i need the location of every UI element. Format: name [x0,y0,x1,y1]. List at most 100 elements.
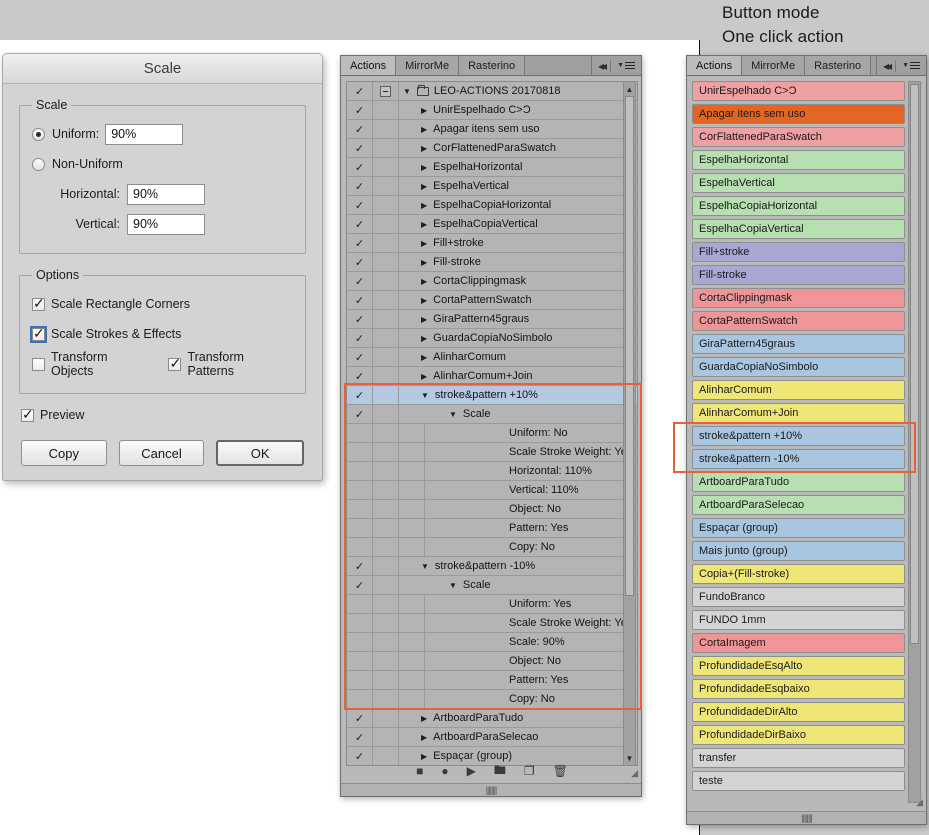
row-dialog-toggle[interactable] [373,196,399,214]
row-dialog-toggle[interactable] [373,367,399,385]
cancel-button[interactable]: Cancel [118,440,205,466]
row-dialog-toggle[interactable] [373,671,399,689]
row-enabled-checkmark[interactable] [347,652,373,670]
row-enabled-checkmark[interactable]: ✓ [347,728,373,746]
actions-row[interactable]: Copy: No [347,538,637,557]
action-button[interactable]: ProfundidadeDirBaixo [692,725,905,745]
action-button[interactable]: UnirEspelhado C>Ɔ [692,81,905,101]
row-enabled-checkmark[interactable] [347,519,373,537]
triangle-right-icon[interactable]: ▶ [421,106,427,115]
triangle-right-icon[interactable]: ▶ [421,296,427,305]
actions-row[interactable]: ✓ ▶ AlinharComum+Join [347,367,637,386]
actions-row[interactable]: Object: No [347,652,637,671]
horizontal-input[interactable] [127,183,205,205]
actions-list-scrollbar[interactable]: ▲ ▼ [623,81,636,766]
row-dialog-toggle[interactable] [373,329,399,347]
row-enabled-checkmark[interactable]: ✓ [347,120,373,138]
action-button[interactable]: CortaImagem [692,633,905,653]
triangle-right-icon[interactable]: ▶ [421,201,427,210]
row-enabled-checkmark[interactable]: ✓ [347,215,373,233]
actions-row[interactable]: ✓ ▶ Fill-stroke [347,253,637,272]
action-button[interactable]: CortaClippingmask [692,288,905,308]
scroll-up-arrow[interactable]: ▲ [625,83,634,95]
actions-scroll-thumb[interactable] [625,96,634,596]
row-dialog-toggle[interactable] [373,291,399,309]
action-button[interactable]: ProfundidadeDirAlto [692,702,905,722]
delete-icon[interactable]: 🗑 [553,764,568,778]
row-enabled-checkmark[interactable] [347,614,373,632]
row-enabled-checkmark[interactable]: ✓ [347,348,373,366]
actions-row[interactable]: ✓ ▶ UnirEspelhado C>Ɔ [347,101,637,120]
triangle-right-icon[interactable]: ▶ [421,714,427,723]
action-button[interactable]: teste [692,771,905,791]
action-button[interactable]: EspelhaVertical [692,173,905,193]
row-dialog-toggle[interactable] [373,595,399,613]
button-collapse-panel-icon[interactable]: ◂◂ [883,59,892,73]
row-dialog-toggle[interactable] [373,690,399,708]
action-button[interactable]: Copia+(Fill-stroke) [692,564,905,584]
transform-patterns-checkbox[interactable] [168,355,182,371]
row-dialog-toggle[interactable] [373,481,399,499]
panel-resize-grip[interactable]: ◢ [631,768,638,779]
triangle-right-icon[interactable]: ▶ [421,277,427,286]
actions-row[interactable]: ✓ ▼ LEO-ACTIONS 20170818 [347,82,637,101]
row-enabled-checkmark[interactable] [347,690,373,708]
row-dialog-toggle[interactable] [373,709,399,727]
actions-row[interactable]: ✓ ▶ CortaPatternSwatch [347,291,637,310]
actions-row[interactable]: ✓ ▶ EspelhaCopiaHorizontal [347,196,637,215]
row-enabled-checkmark[interactable]: ✓ [347,139,373,157]
row-enabled-checkmark[interactable]: ✓ [347,310,373,328]
row-dialog-toggle[interactable] [373,234,399,252]
row-dialog-toggle[interactable] [373,728,399,746]
action-button[interactable]: AlinharComum [692,380,905,400]
action-button[interactable]: Espaçar (group) [692,518,905,538]
triangle-down-icon[interactable]: ▼ [403,87,411,96]
action-button[interactable]: FundoBranco [692,587,905,607]
collapse-minus-icon[interactable] [380,85,391,97]
actions-panel-grip-bar[interactable]: |||||||| [341,783,641,796]
ok-button[interactable]: OK [216,440,305,466]
action-button[interactable]: FUNDO 1mm [692,610,905,630]
row-dialog-toggle[interactable] [373,424,399,442]
record-icon[interactable]: ● [441,764,448,778]
row-dialog-toggle[interactable] [373,310,399,328]
row-dialog-toggle[interactable] [373,652,399,670]
action-button[interactable]: Fill-stroke [692,265,905,285]
row-dialog-toggle[interactable] [373,272,399,290]
vertical-input[interactable] [127,213,205,235]
actions-row[interactable]: Uniform: No [347,424,637,443]
action-button[interactable]: ArtboardParaSelecao [692,495,905,515]
row-enabled-checkmark[interactable] [347,595,373,613]
row-enabled-checkmark[interactable]: ✓ [347,196,373,214]
button-panel-grip-bar[interactable]: |||||||| [687,811,926,824]
row-enabled-checkmark[interactable]: ✓ [347,329,373,347]
actions-row[interactable]: ✓ ▶ ArtboardParaTudo [347,709,637,728]
triangle-right-icon[interactable]: ▶ [421,182,427,191]
row-enabled-checkmark[interactable]: ✓ [347,386,373,404]
row-dialog-toggle[interactable] [373,614,399,632]
actions-row[interactable]: ✓ ▶ EspelhaCopiaVertical [347,215,637,234]
action-button[interactable]: GuardaCopiaNoSimbolo [692,357,905,377]
row-dialog-toggle[interactable] [373,215,399,233]
action-button[interactable]: ArtboardParaTudo [692,472,905,492]
actions-row[interactable]: Scale Stroke Weight: Yes [347,614,637,633]
row-dialog-toggle[interactable] [373,405,399,423]
row-enabled-checkmark[interactable] [347,443,373,461]
row-dialog-toggle[interactable] [373,576,399,594]
action-button[interactable]: CorFlattenedParaSwatch [692,127,905,147]
play-icon[interactable]: ▶ [467,764,476,778]
button-scroll-thumb[interactable] [910,84,919,644]
row-dialog-toggle[interactable] [373,348,399,366]
actions-row[interactable]: Horizontal: 110% [347,462,637,481]
row-enabled-checkmark[interactable]: ✓ [347,253,373,271]
action-button[interactable]: Mais junto (group) [692,541,905,561]
row-dialog-toggle[interactable] [373,443,399,461]
stop-icon[interactable]: ■ [416,764,423,778]
actions-row[interactable]: Vertical: 110% [347,481,637,500]
button-list-scrollbar[interactable] [908,81,921,803]
row-dialog-toggle[interactable] [373,120,399,138]
action-button[interactable]: GiraPattern45graus [692,334,905,354]
action-button[interactable]: EspelhaCopiaHorizontal [692,196,905,216]
row-dialog-toggle[interactable] [373,82,399,100]
actions-row[interactable]: ✓ ▶ CortaClippingmask [347,272,637,291]
